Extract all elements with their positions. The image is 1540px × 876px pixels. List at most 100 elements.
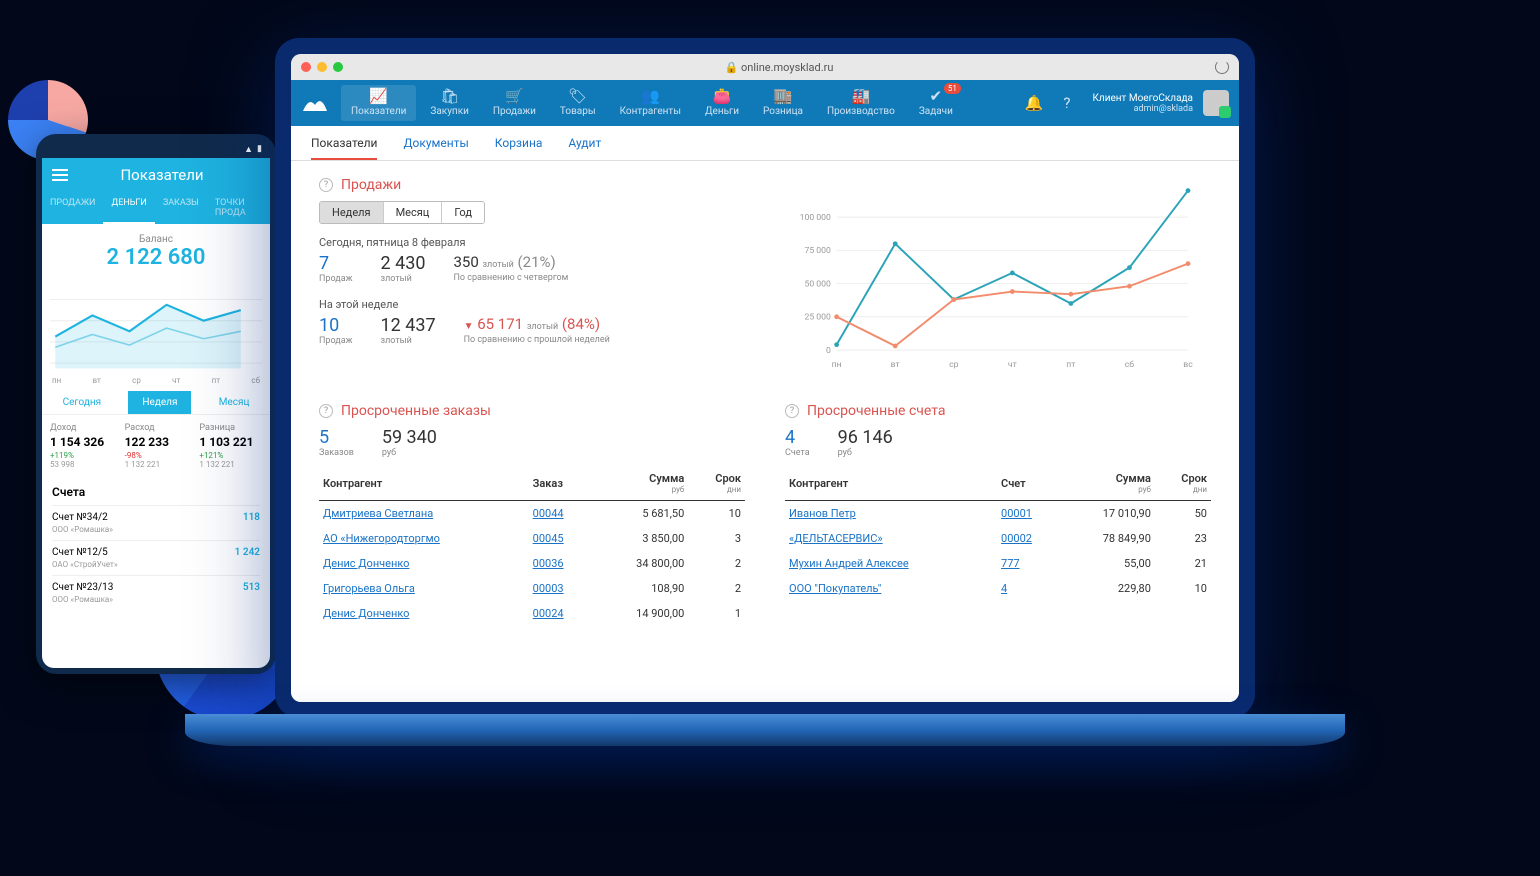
- stat-expense: Расход 122 233 -98% 1 132 221: [121, 423, 192, 469]
- phone-chart: [42, 276, 270, 376]
- doc-link[interactable]: 4: [1001, 582, 1007, 595]
- week-count: 10Продаж: [319, 315, 353, 346]
- table-row: АО «Нижегородторгмо 00045 3 850,003: [319, 526, 745, 551]
- doc-link[interactable]: 00044: [533, 507, 564, 520]
- menu-icon[interactable]: [52, 169, 68, 181]
- party-link[interactable]: Иванов Петр: [789, 507, 856, 520]
- nav-contractors[interactable]: 👥Контрагенты: [610, 85, 691, 121]
- list-item[interactable]: Счет №23/13ООО «Ромашка» 513: [52, 575, 260, 610]
- table-row: Дмитриева Светлана 00044 5 681,5010: [319, 501, 745, 527]
- nav-goods[interactable]: 🏷Товары: [550, 85, 606, 121]
- browser-chrome: 🔒 online.moysklad.ru: [291, 54, 1239, 80]
- party-link[interactable]: АО «Нижегородторгмо: [323, 532, 440, 545]
- tab-documents[interactable]: Документы: [403, 136, 468, 160]
- phone-mockup: ▲▮ Показатели ПРОДАЖИ ДЕНЬГИ ЗАКАЗЫ ТОЧК…: [36, 134, 276, 674]
- doc-link[interactable]: 00045: [533, 532, 564, 545]
- svg-text:75 000: 75 000: [804, 246, 831, 256]
- phone-tab-pos[interactable]: ТОЧКИ ПРОДА: [207, 192, 270, 224]
- logo-icon[interactable]: [301, 93, 329, 113]
- bell-icon[interactable]: 🔔: [1025, 94, 1044, 112]
- tab-trash[interactable]: Корзина: [495, 136, 543, 160]
- top-nav: 📈Показатели 🛍Закупки 🛒Продажи 🏷Товары 👥К…: [291, 80, 1239, 126]
- doc-link[interactable]: 777: [1001, 557, 1020, 570]
- table-row: «ДЕЛЬТАСЕРВИС» 00002 78 849,9023: [785, 526, 1211, 551]
- svg-text:вт: вт: [891, 360, 900, 370]
- balance-label: Баланс: [42, 234, 270, 245]
- tasks-badge: 51: [944, 83, 961, 94]
- table-row: Мухин Андрей Алексее 777 55,0021: [785, 551, 1211, 576]
- doc-link[interactable]: 00024: [533, 607, 564, 620]
- doc-link[interactable]: 00002: [1001, 532, 1032, 545]
- arrow-down-icon: ▼: [464, 321, 474, 332]
- svg-text:0: 0: [826, 346, 831, 356]
- close-icon[interactable]: [301, 62, 311, 72]
- party-link[interactable]: Денис Донченко: [323, 607, 409, 620]
- party-link[interactable]: «ДЕЛЬТАСЕРВИС»: [789, 532, 883, 545]
- maximize-icon[interactable]: [333, 62, 343, 72]
- svg-text:чт: чт: [1008, 360, 1017, 370]
- phone-title: Показатели: [80, 166, 244, 184]
- party-link[interactable]: Мухин Андрей Алексее: [789, 557, 909, 570]
- nav-money[interactable]: 👛Деньги: [695, 85, 749, 121]
- refresh-icon[interactable]: [1215, 60, 1229, 74]
- nav-purchases[interactable]: 🛍Закупки: [420, 85, 478, 121]
- phone-tab-orders[interactable]: ЗАКАЗЫ: [155, 192, 207, 224]
- svg-text:25 000: 25 000: [804, 313, 831, 323]
- party-link[interactable]: Дмитриева Светлана: [323, 507, 433, 520]
- phone-stats: Доход 1 154 326 +119% 53 998 Расход 122 …: [42, 415, 270, 477]
- phone-range-tabs: Сегодня Неделя Месяц: [42, 391, 270, 415]
- sales-chart: 025 00050 00075 000100 000пнвтсрчтптсбвс: [781, 177, 1211, 377]
- phone-status-bar: ▲▮: [42, 144, 270, 158]
- svg-text:пт: пт: [1066, 360, 1075, 370]
- party-link[interactable]: ООО "Покупатель": [789, 582, 881, 595]
- help-icon[interactable]: ?: [785, 404, 799, 418]
- phone-tab-money[interactable]: ДЕНЬГИ: [103, 192, 154, 224]
- laptop-mockup: 🔒 online.moysklad.ru 📈Показатели 🛍Закупк…: [275, 38, 1255, 718]
- doc-link[interactable]: 00003: [533, 582, 564, 595]
- tab-audit[interactable]: Аудит: [568, 136, 601, 160]
- url-bar[interactable]: 🔒 online.moysklad.ru: [349, 61, 1209, 74]
- overdue-orders-card: ?Просроченные заказы 5Заказов 59 340руб …: [319, 403, 745, 626]
- avatar[interactable]: [1203, 90, 1229, 116]
- today-amount: 2 430злотый: [381, 253, 426, 284]
- party-link[interactable]: Денис Донченко: [323, 557, 409, 570]
- svg-text:пн: пн: [832, 360, 842, 370]
- doc-link[interactable]: 00001: [1001, 507, 1032, 520]
- overdue-invoices-card: ?Просроченные счета 4Счета 96 146руб Кон…: [785, 403, 1211, 626]
- nav-production[interactable]: 🏭Производство: [817, 85, 905, 121]
- phone-tab-sales[interactable]: ПРОДАЖИ: [42, 192, 103, 224]
- stat-income: Доход 1 154 326 +119% 53 998: [46, 423, 117, 469]
- range-today[interactable]: Сегодня: [49, 391, 116, 414]
- minimize-icon[interactable]: [317, 62, 327, 72]
- period-switcher: Неделя Месяц Год: [319, 201, 485, 224]
- overdue-orders-table: Контрагент Заказ Суммаруб Срокдни Дмитри…: [319, 466, 745, 626]
- range-week[interactable]: Неделя: [128, 391, 191, 414]
- nav-indicators[interactable]: 📈Показатели: [341, 85, 416, 121]
- list-item[interactable]: Счет №12/5ОАО «СтройУчет» 1 242: [52, 540, 260, 575]
- svg-text:ср: ср: [949, 360, 959, 370]
- nav-sales[interactable]: 🛒Продажи: [483, 85, 546, 121]
- table-row: Денис Донченко 00036 34 800,002: [319, 551, 745, 576]
- week-diff: ▼ 65 171 злотый (84%) По сравнению с про…: [464, 315, 610, 346]
- svg-text:50 000: 50 000: [804, 279, 831, 289]
- svg-text:вс: вс: [1183, 360, 1193, 370]
- tab-indicators[interactable]: Показатели: [311, 136, 377, 160]
- help-icon[interactable]: ?: [1063, 94, 1070, 112]
- period-week[interactable]: Неделя: [320, 202, 384, 223]
- stat-diff: Разница 1 103 221 +121% 1 132 221: [195, 423, 266, 469]
- help-icon[interactable]: ?: [319, 404, 333, 418]
- sales-card: ?Продажи Неделя Месяц Год Сегодня, пятни…: [319, 177, 741, 377]
- doc-link[interactable]: 00036: [533, 557, 564, 570]
- range-month[interactable]: Месяц: [205, 391, 264, 414]
- party-link[interactable]: Григорьева Ольга: [323, 582, 415, 595]
- svg-text:100 000: 100 000: [800, 213, 831, 223]
- nav-retail[interactable]: 🏬Розница: [753, 85, 813, 121]
- period-year[interactable]: Год: [442, 202, 484, 223]
- list-item[interactable]: Счет №34/2ООО «Ромашка» 118: [52, 505, 260, 540]
- help-icon[interactable]: ?: [319, 178, 333, 192]
- user-menu[interactable]: Клиент МоегоСклада admin@sklada: [1093, 93, 1194, 114]
- nav-tasks[interactable]: ✔Задачи51: [909, 85, 963, 121]
- table-row: Денис Донченко 00024 14 900,001: [319, 601, 745, 626]
- period-month[interactable]: Месяц: [384, 202, 443, 223]
- sub-nav: Показатели Документы Корзина Аудит: [291, 126, 1239, 161]
